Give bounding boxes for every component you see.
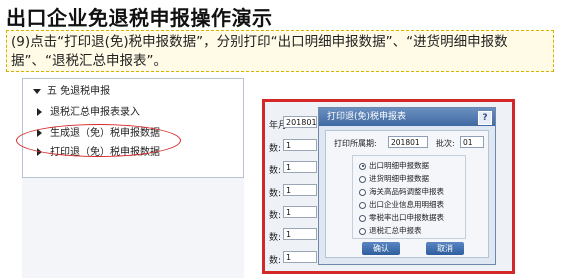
- bg-label: 数:: [269, 166, 282, 176]
- batch-input[interactable]: 01: [460, 136, 484, 148]
- print-dialog: 打印退(免)税申报表 ? 打印所属期: 201801 批次: 01 出口明细申报…: [318, 107, 496, 265]
- radio-unselected-icon: [359, 175, 366, 183]
- instruction-text: (9)点击“打印退(免)税申报数据”，分别打印“出口明细申报数据”、“进货明细申…: [11, 34, 508, 69]
- radio-unselected-icon: [359, 227, 366, 235]
- cancel-button[interactable]: 取消: [426, 242, 464, 255]
- radio-customs-adjust[interactable]: 海关高品码调整申报表: [359, 186, 444, 197]
- bg-period-field[interactable]: 201801: [283, 116, 317, 128]
- slide-title: 出口企业免退税申报操作演示: [6, 6, 273, 30]
- radio-export-detail[interactable]: 出口明细申报数据: [359, 160, 429, 171]
- radio-label: 海关高品码调整申报表: [369, 187, 444, 196]
- bg-count-field[interactable]: 1: [283, 184, 317, 196]
- bg-label: 数:: [269, 211, 282, 221]
- radio-selected-icon: [359, 162, 366, 170]
- tree-section-label: 五 免退税申报: [47, 86, 111, 97]
- bg-count-field[interactable]: 1: [283, 228, 317, 240]
- period-label: 打印所属期:: [334, 139, 377, 148]
- radio-enterprise-info[interactable]: 出口企业信息用明细表: [359, 199, 444, 210]
- tree-panel-empty: [22, 178, 244, 278]
- bg-count-field[interactable]: 1: [283, 251, 317, 263]
- radio-label: 出口明细申报数据: [369, 161, 429, 170]
- bg-label: 数:: [269, 189, 282, 199]
- dialog-title: 打印退(免)税申报表: [327, 112, 407, 122]
- tree-section-header[interactable]: 五 免退税申报: [33, 82, 110, 97]
- collapse-arrow-icon: [33, 88, 41, 94]
- radio-unselected-icon: [359, 201, 366, 209]
- radio-label: 退税汇总申报表: [369, 226, 422, 235]
- radio-refund-summary[interactable]: 退税汇总申报表: [359, 225, 422, 236]
- radio-unselected-icon: [359, 214, 366, 222]
- bg-count-field[interactable]: 1: [283, 139, 317, 151]
- bg-count-field[interactable]: 1: [283, 161, 317, 173]
- instruction-box: (9)点击“打印退(免)税申报数据”，分别打印“出口明细申报数据”、“进货明细申…: [6, 30, 554, 72]
- expand-arrow-icon: [37, 108, 42, 116]
- radio-zero-rate[interactable]: 零税率出口申报数据表: [359, 212, 444, 223]
- tree-item-label: 退税汇总申报表录入: [50, 107, 140, 118]
- bg-label: 数:: [269, 256, 282, 266]
- radio-label: 零税率出口申报数据表: [369, 213, 444, 222]
- radio-label: 出口企业信息用明细表: [369, 200, 444, 209]
- dialog-body: 打印所属期: 201801 批次: 01 出口明细申报数据 进货明细申报数据 海…: [325, 130, 489, 258]
- bg-label: 数:: [269, 233, 282, 243]
- help-icon[interactable]: ?: [478, 111, 492, 125]
- period-input[interactable]: 201801: [388, 136, 428, 148]
- tree-item-summary-entry[interactable]: 退税汇总申报表录入: [37, 103, 140, 118]
- dialog-title-bar: 打印退(免)税申报表 ?: [319, 108, 495, 126]
- batch-label: 批次:: [436, 139, 455, 148]
- bg-count-field[interactable]: 1: [283, 206, 317, 218]
- confirm-button[interactable]: 确认: [362, 242, 400, 255]
- radio-purchase-detail[interactable]: 进货明细申报数据: [359, 173, 429, 184]
- radio-unselected-icon: [359, 188, 366, 196]
- radio-label: 进货明细申报数据: [369, 174, 429, 183]
- highlight-circle: [16, 124, 181, 157]
- bg-label: 数:: [269, 144, 282, 154]
- report-options-group: 出口明细申报数据 进货明细申报数据 海关高品码调整申报表 出口企业信息用明细表 …: [352, 155, 466, 239]
